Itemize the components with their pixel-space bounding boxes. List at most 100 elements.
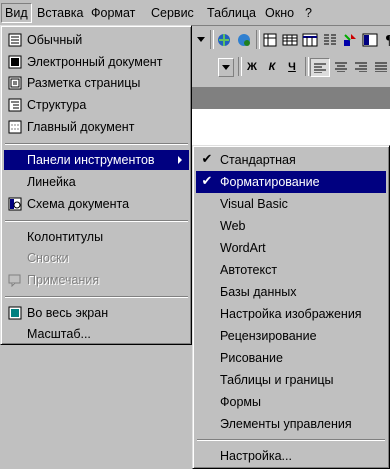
standard-toolbar: ¶ (190, 28, 390, 52)
menu-insert[interactable]: Вставка (34, 4, 86, 22)
bold-button[interactable]: Ж (243, 58, 261, 75)
submenu-item-label: Формы (220, 395, 261, 409)
menu-item-label: Обычный (27, 33, 83, 47)
submenu-item-database[interactable]: Базы данных (196, 281, 386, 303)
submenu-item-label: Элементы управления (220, 417, 352, 431)
master-document-icon (7, 119, 23, 135)
web-toolbar-icon[interactable] (235, 31, 253, 48)
submenu-item-label: Рисование (220, 351, 283, 365)
submenu-item-forms[interactable]: Формы (196, 391, 386, 413)
align-center-icon[interactable] (332, 58, 350, 75)
justify-icon[interactable] (372, 58, 390, 75)
tables-borders-icon[interactable] (261, 31, 279, 48)
menu-help[interactable]: ? (302, 4, 315, 22)
submenu-item-label: Базы данных (220, 285, 297, 299)
align-left-icon[interactable] (310, 58, 330, 77)
document-map-icon[interactable] (361, 31, 379, 48)
menu-item-label: Панели инструментов (27, 153, 155, 167)
menu-item-label: Сноски (27, 251, 69, 265)
submenu-item-reviewing[interactable]: Рецензирование (196, 325, 386, 347)
menu-item-footnotes: Сноски (4, 248, 189, 268)
ruler-area (190, 87, 390, 109)
submenu-item-label: Настройка изображения (220, 307, 362, 321)
submenu-item-label: Таблицы и границы (220, 373, 334, 387)
submenu-item-tables-borders[interactable]: Таблицы и границы (196, 369, 386, 391)
menu-item-label: Масштаб... (27, 327, 91, 341)
menu-item-comments: Примечания (4, 270, 189, 290)
svg-text:¶: ¶ (385, 34, 390, 47)
checkmark-icon: ✔ (201, 173, 213, 188)
menu-item-label: Схема документа (27, 197, 130, 211)
menu-item-outline[interactable]: Структура (4, 95, 189, 115)
drawing-icon[interactable] (341, 31, 359, 48)
submenu-item-drawing[interactable]: Рисование (196, 347, 386, 369)
submenu-item-standard[interactable]: ✔ Стандартная (196, 149, 386, 171)
italic-button[interactable]: К (263, 58, 281, 75)
columns-icon[interactable] (321, 31, 339, 48)
menu-item-zoom[interactable]: Масштаб... (4, 324, 189, 344)
chevron-down-icon[interactable] (192, 31, 210, 48)
submenu-item-label: Рецензирование (220, 329, 317, 343)
submenu-item-label: Форматирование (220, 175, 320, 189)
align-right-icon[interactable] (352, 58, 370, 75)
view-menu: Обычный Электронный документ Разметка ст… (0, 25, 192, 345)
menu-item-label: Колонтитулы (27, 230, 104, 244)
menu-item-full-screen[interactable]: Во весь экран (4, 303, 189, 323)
insert-excel-icon[interactable] (301, 31, 319, 48)
submenu-item-formatting[interactable]: ✔ Форматирование (196, 171, 386, 193)
menu-tools[interactable]: Сервис (148, 4, 197, 22)
hyperlink-icon[interactable] (215, 31, 233, 48)
document-map-icon (7, 196, 23, 212)
menu-bar: Вид Вставка Формат Сервис Таблица Окно ? (0, 0, 390, 26)
menu-item-header-footer[interactable]: Колонтитулы (4, 227, 189, 247)
submenu-arrow-icon (178, 156, 182, 164)
web-layout-icon (7, 54, 23, 70)
submenu-item-autotext[interactable]: Автотекст (196, 259, 386, 281)
formatting-toolbar: Ж К Ч (190, 55, 390, 79)
menu-view[interactable]: Вид (1, 3, 32, 23)
menu-item-label: Во весь экран (27, 306, 109, 320)
font-size-dropdown-icon[interactable] (218, 58, 234, 77)
submenu-item-visual-basic[interactable]: Visual Basic (196, 193, 386, 215)
menu-format[interactable]: Формат (88, 4, 138, 22)
menu-item-label: Электронный документ (27, 55, 163, 69)
submenu-item-label: Автотекст (220, 263, 278, 277)
comments-icon (7, 272, 23, 288)
menu-separator (5, 296, 188, 298)
show-hide-icon[interactable]: ¶ (381, 31, 390, 48)
menu-item-toolbars[interactable]: Панели инструментов (4, 150, 189, 170)
menu-item-document-map[interactable]: Схема документа (4, 194, 189, 214)
checkmark-icon: ✔ (201, 151, 213, 166)
submenu-item-label: Visual Basic (220, 197, 288, 211)
menu-item-label: Разметка страницы (27, 76, 141, 90)
menu-item-label: Структура (27, 98, 87, 112)
submenu-item-picture[interactable]: Настройка изображения (196, 303, 386, 325)
document-area[interactable] (190, 109, 390, 149)
page-layout-icon (7, 75, 23, 91)
submenu-item-label: Стандартная (220, 153, 296, 167)
menu-item-label: Главный документ (27, 120, 135, 134)
submenu-item-customize[interactable]: Настройка... (196, 445, 386, 467)
normal-view-icon (7, 32, 23, 48)
submenu-item-wordart[interactable]: WordArt (196, 237, 386, 259)
submenu-item-label: WordArt (220, 241, 266, 255)
full-screen-icon (7, 305, 23, 321)
menu-item-normal[interactable]: Обычный (4, 30, 189, 50)
menu-item-ruler[interactable]: Линейка (4, 172, 189, 192)
menu-item-master-document[interactable]: Главный документ (4, 117, 189, 137)
submenu-item-web[interactable]: Web (196, 215, 386, 237)
insert-table-icon[interactable] (281, 31, 299, 48)
outline-icon (7, 97, 23, 113)
menu-window[interactable]: Окно (262, 4, 297, 22)
menu-separator (5, 220, 188, 222)
menu-item-web-layout[interactable]: Электронный документ (4, 52, 189, 72)
menu-separator (197, 439, 385, 441)
underline-button[interactable]: Ч (283, 58, 301, 75)
menu-item-page-layout[interactable]: Разметка страницы (4, 73, 189, 93)
menu-separator (5, 143, 188, 145)
submenu-item-label: Web (220, 219, 246, 233)
toolbars-submenu: ✔ Стандартная ✔ Форматирование Visual Ba… (192, 145, 390, 469)
submenu-item-controls[interactable]: Элементы управления (196, 413, 386, 435)
menu-table[interactable]: Таблица (204, 4, 259, 22)
submenu-item-label: Настройка... (220, 449, 292, 463)
